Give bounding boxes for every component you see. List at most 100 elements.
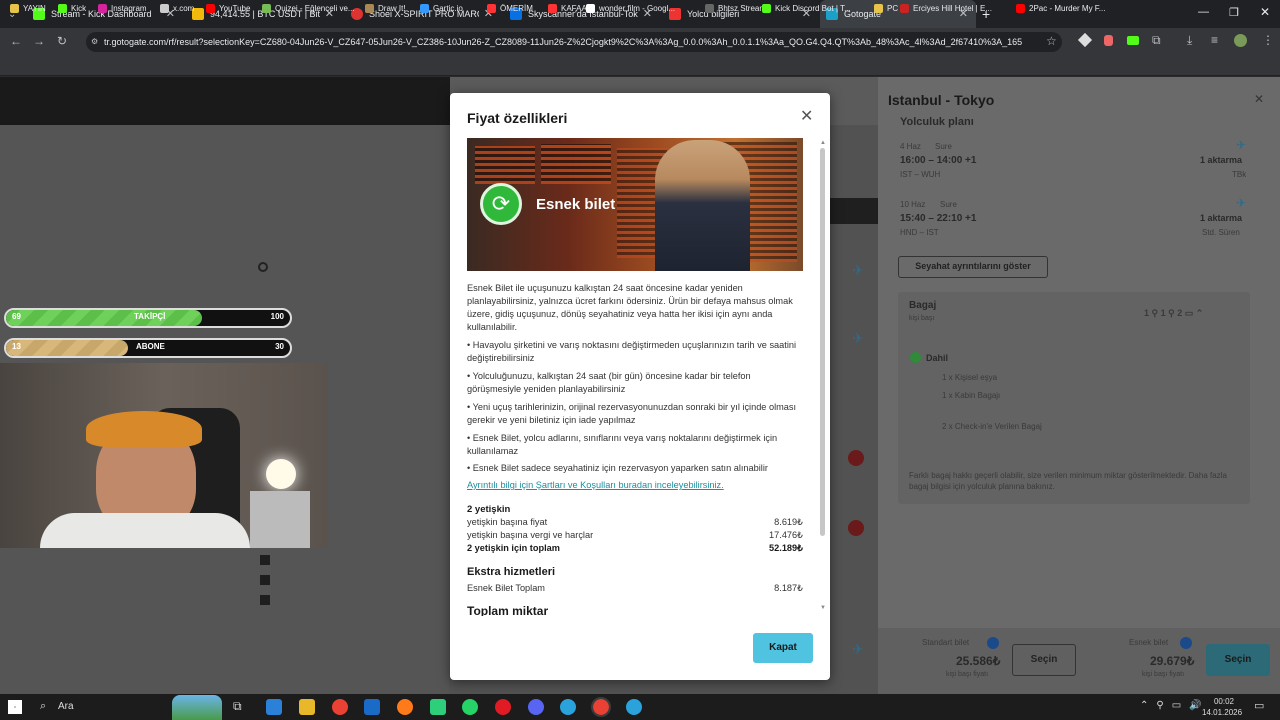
telegram-icon[interactable] bbox=[560, 699, 576, 715]
radio-button[interactable] bbox=[258, 262, 268, 272]
search-icon[interactable]: ⌕ bbox=[40, 700, 46, 713]
profile-avatar[interactable] bbox=[1234, 34, 1247, 47]
extensions-puzzle-icon[interactable]: ⧉ bbox=[1152, 33, 1161, 48]
subscriber-current: 13 bbox=[12, 342, 21, 351]
copilot-icon[interactable] bbox=[266, 699, 282, 715]
minimize-button[interactable]: — bbox=[1198, 6, 1209, 18]
bookmark-icon bbox=[98, 4, 107, 13]
bookmark-item[interactable]: YouTube bbox=[206, 4, 250, 13]
app-icon[interactable] bbox=[430, 699, 446, 715]
info-icon[interactable] bbox=[987, 637, 999, 649]
whatsapp-icon[interactable] bbox=[462, 699, 478, 715]
chrome-icon[interactable] bbox=[332, 699, 348, 715]
baggage-title: Bagaj bbox=[909, 300, 937, 311]
scroll-fade bbox=[451, 618, 818, 620]
scroll-down-icon[interactable]: ▼ bbox=[820, 605, 826, 611]
forward-arrow-icon[interactable]: → bbox=[33, 34, 45, 48]
bookmark-item[interactable]: Kick Discord Bot | T... bbox=[762, 4, 851, 13]
subscriber-goal: 30 bbox=[275, 342, 284, 351]
badge-icon bbox=[848, 450, 864, 466]
baggage-item: 1 x Kabin Bagajı bbox=[942, 391, 1001, 400]
widget-image[interactable] bbox=[172, 695, 222, 720]
bookmark-item[interactable]: x.com bbox=[160, 4, 194, 13]
extension-icon[interactable] bbox=[1104, 35, 1113, 46]
clock-time[interactable]: 00:02 bbox=[1206, 697, 1242, 706]
follower-goal-bar: 69 TAKİPÇİ 100 bbox=[4, 308, 292, 328]
bookmark-item[interactable]: Gartic.io bbox=[420, 4, 463, 13]
bookmark-item[interactable]: 2Pac - Murder My F... bbox=[1016, 4, 1105, 13]
bookmark-icon bbox=[900, 4, 909, 13]
bookmark-item[interactable]: Kick bbox=[58, 4, 86, 13]
seg1-time: 16:00 – 14:00 +1 bbox=[900, 155, 977, 166]
panel-close-icon[interactable]: ✕ bbox=[1254, 92, 1264, 106]
bookmark-item[interactable]: Draw It! bbox=[365, 4, 406, 13]
hero-person-image bbox=[655, 140, 750, 271]
check-icon bbox=[910, 352, 921, 363]
taskbar-search-label[interactable]: Ara bbox=[58, 701, 74, 712]
select-flex-button[interactable]: Seçin bbox=[1206, 644, 1270, 676]
reading-list-icon[interactable]: ≡ bbox=[1211, 33, 1218, 47]
bookmark-icon bbox=[160, 4, 169, 13]
select-standard-button[interactable]: Seçin bbox=[1012, 644, 1076, 676]
outlook-icon[interactable] bbox=[364, 699, 380, 715]
info-icon[interactable] bbox=[1180, 637, 1192, 649]
baggage-subtitle: kişi başı bbox=[909, 315, 935, 322]
bookmark-icon bbox=[487, 4, 496, 13]
windows-start-icon[interactable] bbox=[8, 700, 22, 714]
bookmark-star-icon[interactable]: ☆ bbox=[1046, 34, 1057, 48]
close-icon[interactable]: ✕ bbox=[800, 106, 813, 126]
bookmarks-bar bbox=[0, 56, 1280, 76]
follower-label: TAKİPÇİ bbox=[134, 312, 166, 321]
bookmark-icon bbox=[762, 4, 771, 13]
firefox-icon[interactable] bbox=[397, 699, 413, 715]
checkbox[interactable] bbox=[260, 575, 270, 585]
modal-scrollbar[interactable] bbox=[820, 148, 825, 536]
extension-icon[interactable] bbox=[1127, 36, 1139, 45]
chrome-active-icon[interactable] bbox=[591, 697, 611, 717]
site-info-icon[interactable]: ⚙ bbox=[91, 37, 98, 46]
plane-icon: ✈ bbox=[1236, 138, 1247, 152]
badge-icon bbox=[848, 520, 864, 536]
restore-button[interactable]: ❐ bbox=[1229, 6, 1239, 19]
plane-icon: ✈ bbox=[852, 330, 864, 346]
checkbox[interactable] bbox=[260, 595, 270, 605]
checkbox[interactable] bbox=[260, 555, 270, 565]
plane-icon: ✈ bbox=[1236, 196, 1247, 210]
back-arrow-icon[interactable]: ← bbox=[10, 34, 22, 48]
notification-icon[interactable]: ▭ bbox=[1254, 699, 1264, 712]
close-button[interactable]: Kapat bbox=[753, 633, 813, 663]
seg2-date: 10 Haz bbox=[900, 200, 926, 209]
bookmark-item[interactable]: Erciyes Hill Hotel | E... bbox=[900, 4, 992, 13]
hero-label: Esnek bilet bbox=[536, 196, 616, 213]
extras-title: Ekstra hizmetleri bbox=[467, 566, 556, 578]
discord-icon[interactable] bbox=[528, 699, 544, 715]
clock-date[interactable]: 14.01.2026 bbox=[1202, 708, 1242, 717]
url-input[interactable]: tr.gotogate.com/rf/result?selectionKey=C… bbox=[86, 32, 1062, 52]
bookmark-item[interactable]: Bhtsz Stream bbox=[705, 4, 766, 13]
bookmark-item[interactable]: wonder film - Googl... bbox=[586, 4, 675, 13]
window-close-button[interactable]: ✕ bbox=[1260, 5, 1270, 19]
more-menu-icon[interactable]: ⋮ bbox=[1262, 33, 1274, 47]
telegram-icon[interactable] bbox=[626, 699, 642, 715]
reload-icon[interactable]: ↻ bbox=[57, 34, 67, 48]
bookmark-item[interactable]: Instagram bbox=[98, 4, 147, 13]
download-icon[interactable]: ⤓ bbox=[1187, 33, 1192, 48]
section-title: Yolculuk planı bbox=[900, 116, 974, 128]
seg1-duration: Sure bbox=[935, 142, 952, 151]
bookmark-item[interactable]: PC bbox=[874, 4, 898, 13]
bookmark-item[interactable]: ÖMERİM bbox=[487, 4, 533, 13]
bookmark-item[interactable]: Quizei - Eğlenceli ve... bbox=[262, 4, 355, 13]
bookmark-item[interactable]: YAYIN bbox=[10, 4, 46, 13]
file-explorer-icon[interactable] bbox=[299, 699, 315, 715]
scroll-up-icon[interactable]: ▲ bbox=[820, 140, 826, 146]
system-tray-icons[interactable]: ⌃⚲▭🔊 bbox=[1140, 700, 1210, 711]
task-view-icon[interactable]: ⧉ bbox=[233, 699, 242, 714]
bookmark-icon bbox=[548, 4, 557, 13]
seg2-duration: Sure bbox=[940, 200, 957, 209]
tax-row: yetişkin başına vergi ve harçlar 17.476₺ bbox=[467, 530, 803, 540]
opera-icon[interactable] bbox=[495, 699, 511, 715]
standard-subtitle: kişi başı fiyatı bbox=[946, 671, 989, 678]
follower-goal-fill bbox=[6, 310, 202, 326]
travel-details-button[interactable]: Seyahat ayrıntılarını göster bbox=[898, 256, 1048, 278]
terms-link[interactable]: Ayrıntılı bilgi için Şartları ve Koşulla… bbox=[467, 480, 724, 490]
